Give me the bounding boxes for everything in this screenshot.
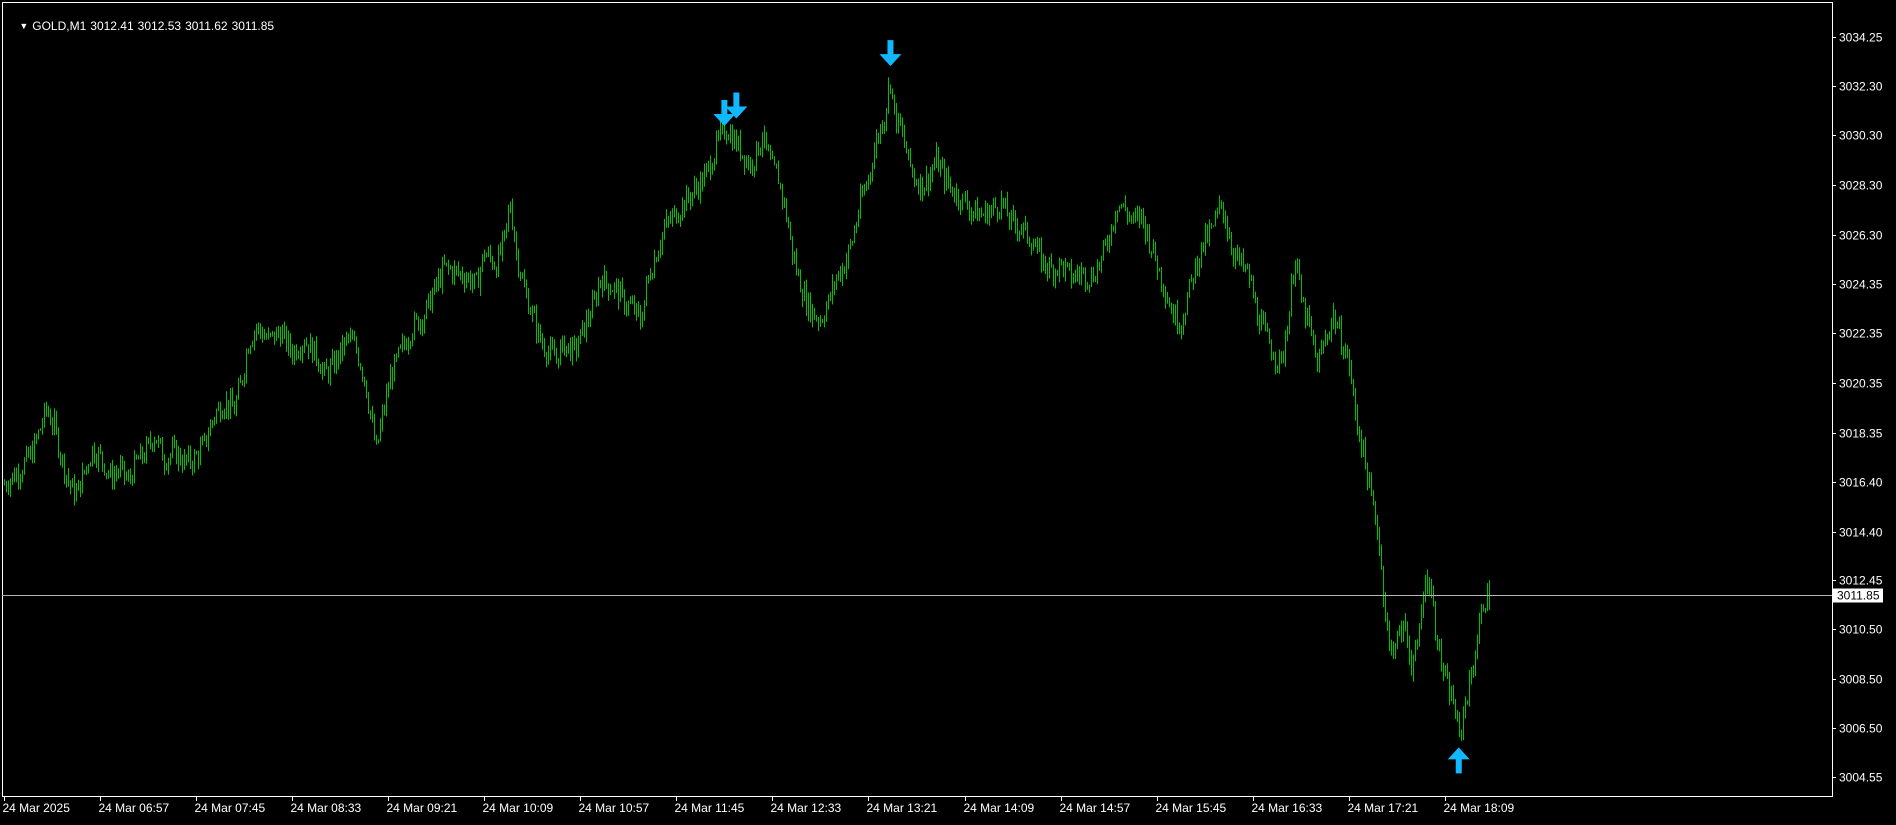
x-tick-label: 24 Mar 14:09: [964, 801, 1035, 815]
x-tick-label: 24 Mar 13:21: [867, 801, 938, 815]
x-tick-label: 24 Mar 08:33: [291, 801, 362, 815]
x-tick-label: 24 Mar 10:57: [579, 801, 650, 815]
y-tick-label: 3016.40: [1839, 476, 1883, 490]
y-tick-label: 3030.30: [1839, 129, 1883, 143]
symbol-info-bar: ▼ GOLD,M1 3012.41 3012.53 3011.62 3011.85: [6, 5, 278, 47]
open-value: 3012.41: [90, 19, 134, 33]
y-tick-label: 3004.55: [1839, 771, 1883, 785]
low-value: 3011.62: [185, 19, 228, 33]
x-tick-label: 24 Mar 10:09: [483, 801, 554, 815]
y-tick-label: 3020.35: [1839, 377, 1883, 391]
x-tick-label: 24 Mar 07:45: [195, 801, 266, 815]
x-tick-label: 24 Mar 2025: [3, 801, 71, 815]
chart-canvas[interactable]: 3034.25 3032.30 3030.30 3028.30 3026.30 3024.…: [0, 0, 1896, 820]
y-tick-label: 3018.35: [1839, 427, 1883, 441]
y-tick-label: 3014.40: [1839, 526, 1883, 540]
y-tick-label: 3022.35: [1839, 327, 1883, 341]
y-tick-label: 3012.45: [1839, 574, 1883, 588]
y-tick-label: 3028.30: [1839, 179, 1883, 193]
y-tick-label: 3010.50: [1839, 623, 1883, 637]
y-tick-label: 3008.50: [1839, 673, 1883, 687]
x-tick-label: 24 Mar 11:45: [675, 801, 745, 815]
current-price-label: 3011.85: [1837, 589, 1880, 603]
y-tick-label: 3026.30: [1839, 229, 1883, 243]
y-tick-label: 3006.50: [1839, 722, 1883, 736]
y-tick-label: 3024.35: [1839, 278, 1883, 292]
x-tick-label: 24 Mar 06:57: [99, 801, 170, 815]
x-tick-label: 24 Mar 16:33: [1252, 801, 1323, 815]
x-tick-label: 24 Mar 15:45: [1156, 801, 1227, 815]
symbol-label: GOLD,M1: [32, 19, 87, 33]
x-tick-label: 24 Mar 14:57: [1060, 801, 1131, 815]
close-value: 3011.85: [231, 19, 275, 33]
x-tick-label: 24 Mar 17:21: [1348, 801, 1419, 815]
x-tick-label: 24 Mar 12:33: [771, 801, 842, 815]
x-tick-label: 24 Mar 18:09: [1444, 801, 1515, 815]
plot-frame: [2, 2, 1833, 797]
y-tick-label: 3032.30: [1839, 80, 1883, 94]
price-bars: [4, 77, 1490, 741]
triangle-down-icon[interactable]: ▼: [19, 21, 28, 31]
price-chart[interactable]: 3034.25 3032.30 3030.30 3028.30 3026.30 3024.…: [0, 0, 1896, 820]
x-tick-label: 24 Mar 09:21: [387, 801, 458, 815]
y-tick-label: 3034.25: [1839, 31, 1883, 45]
high-value: 3012.53: [137, 19, 182, 33]
sell-arrow-icon: [879, 40, 902, 67]
buy-arrow-icon: [1447, 747, 1470, 774]
